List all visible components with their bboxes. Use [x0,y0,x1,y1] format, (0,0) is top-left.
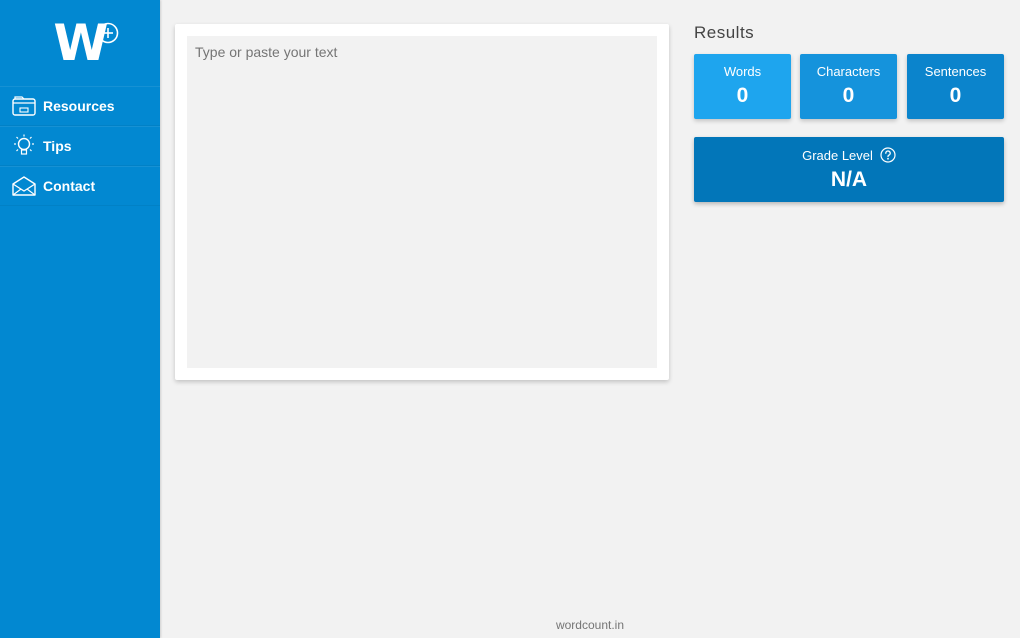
words-label: Words [723,64,762,79]
grade-level-header: Grade Level [694,147,1004,163]
logo[interactable]: W [0,0,160,86]
resources-icon [10,92,38,120]
sidebar-nav: Resources Tips Contact [0,86,160,206]
editor-card [175,24,669,380]
sentences-stat: Sentences 0 [907,54,1004,119]
grade-level-panel: Grade Level N/A [694,137,1004,202]
grade-level-value: N/A [830,168,868,191]
words-count: 0 [736,84,749,107]
grade-level-label: Grade Level [802,147,873,163]
sidebar-item-label: Resources [43,98,115,114]
lightbulb-icon [10,132,38,160]
sentences-count: 0 [949,84,962,107]
characters-label: Characters [816,64,881,79]
sidebar-item-label: Tips [43,138,72,154]
plus-circle-icon [97,22,119,44]
sidebar-item-contact[interactable]: Contact [0,166,160,206]
sidebar-item-tips[interactable]: Tips [0,126,160,166]
help-icon[interactable] [880,147,896,163]
sidebar: W Resources Tips Contact [0,0,160,638]
characters-count: 0 [842,84,855,107]
footer-text: wordcount.in [555,618,625,632]
sidebar-item-resources[interactable]: Resources [0,86,160,126]
results-title: Results [694,23,755,42]
characters-stat: Characters 0 [800,54,897,119]
sidebar-item-label: Contact [43,178,96,194]
words-stat: Words 0 [694,54,791,119]
envelope-icon [10,172,38,200]
text-input[interactable] [187,36,657,368]
sentences-label: Sentences [924,64,987,79]
